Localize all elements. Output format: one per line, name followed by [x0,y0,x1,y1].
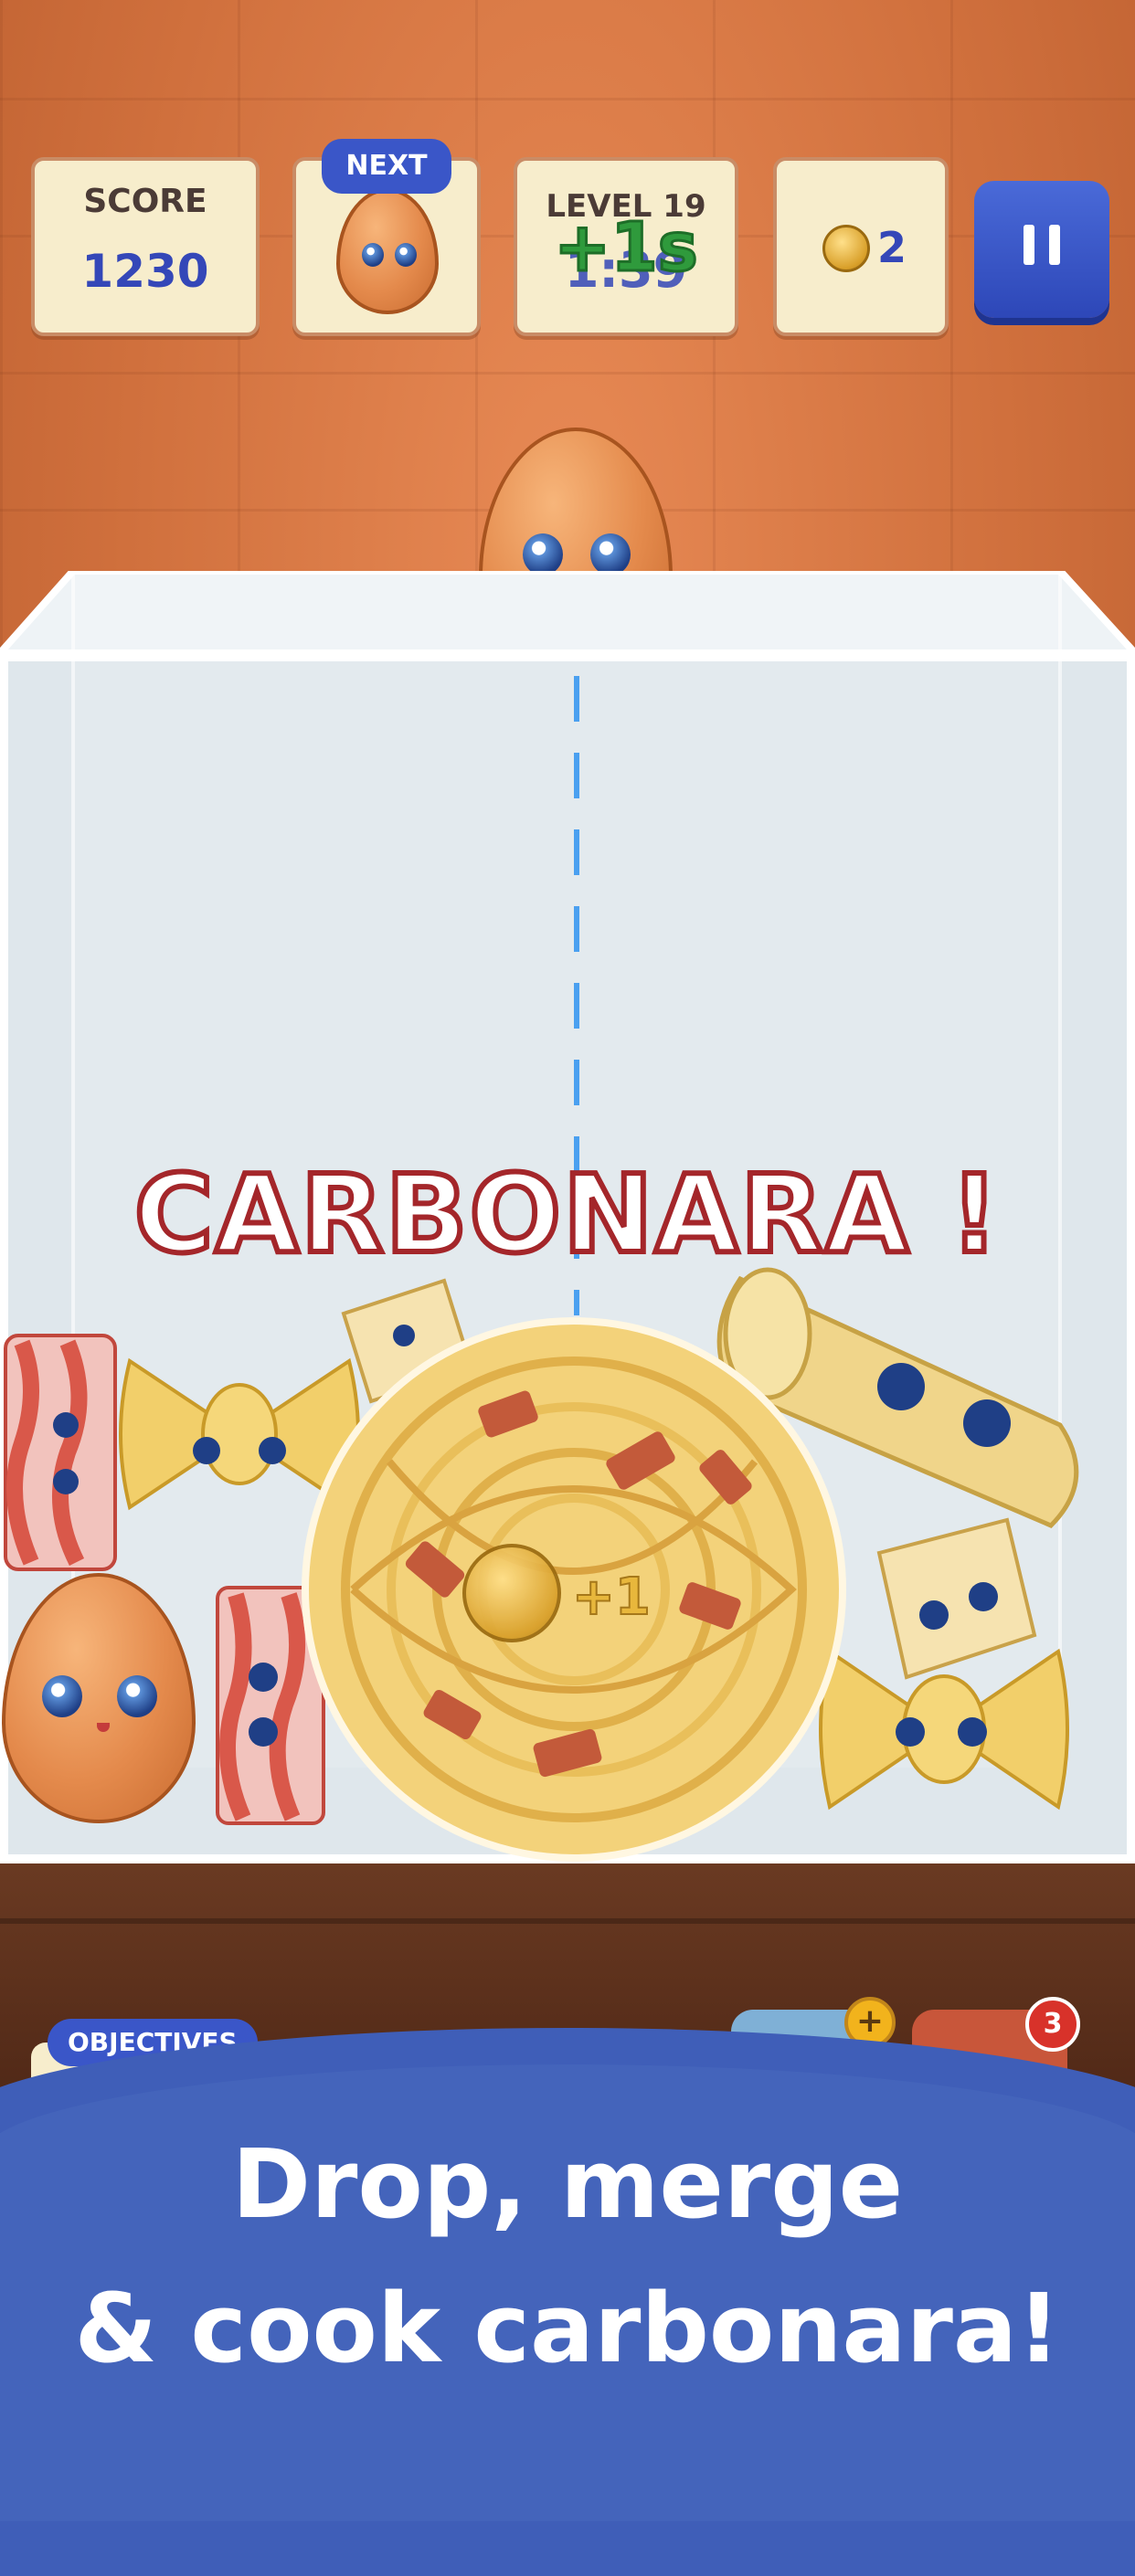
score-label: SCORE [83,183,207,220]
bacon-icon [4,1334,117,1571]
coins-card: 2 [773,157,949,336]
score-card: SCORE 1230 [31,157,260,336]
next-label: NEXT [322,139,451,194]
coin-icon [462,1544,561,1642]
time-bonus: +1s [553,207,700,289]
item-count-badge: 3 [1025,1997,1080,2052]
eye-right [117,1675,157,1717]
egg-icon [336,188,439,314]
eye-left [523,533,563,575]
coin-icon [822,225,870,272]
promo-line-1: Drop, merge [231,2128,904,2240]
farfalle-icon [819,1648,1069,1811]
eye-right [590,533,631,575]
egg-mouth [97,1723,110,1732]
coins-value: 2 [877,223,907,272]
pause-button[interactable] [974,181,1109,318]
promo-line-2: & cook carbonara! [74,2273,1061,2384]
level-card: LEVEL 19 1:39 +1s [514,157,738,336]
score-value: 1230 [81,245,209,298]
eye-left [362,243,384,267]
eye-right [395,243,417,267]
coin-gain: +1 [571,1567,652,1628]
eye-left [42,1675,82,1717]
merge-text: CARBONARA ! [132,1148,1002,1280]
